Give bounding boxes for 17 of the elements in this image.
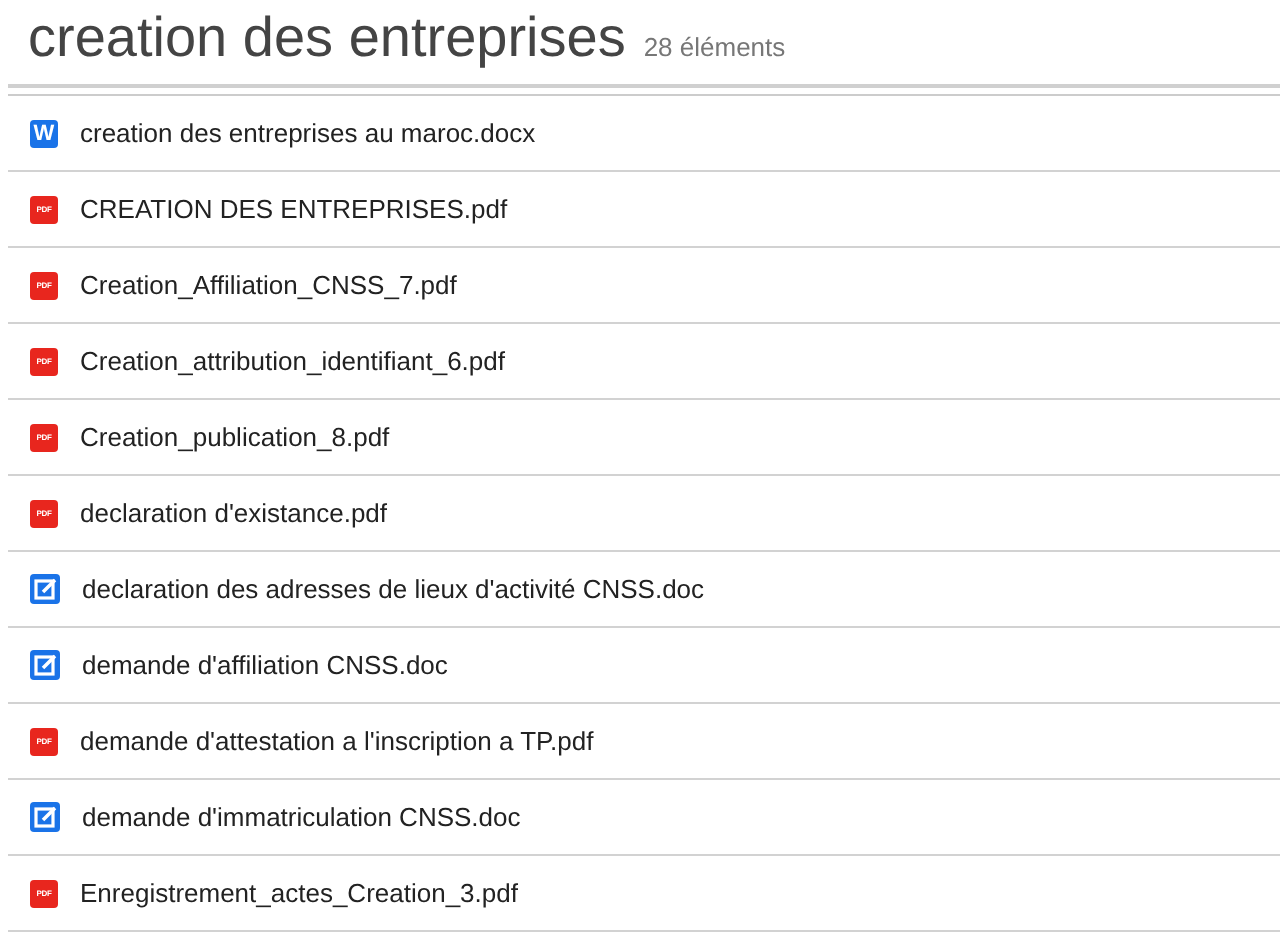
file-name[interactable]: demande d'affiliation CNSS.doc: [82, 650, 448, 680]
file-name[interactable]: declaration des adresses de lieux d'activité CNSS.doc: [82, 574, 705, 604]
file-name[interactable]: Enregistrement_actes_Creation_3.pdf: [80, 878, 518, 908]
item-count: 28 éléments: [643, 32, 786, 62]
edit-form-icon: [30, 802, 60, 832]
word-document-icon: W: [30, 119, 58, 147]
file-name[interactable]: declaration d'existance.pdf: [80, 498, 388, 528]
file-name[interactable]: CREATION DES ENTREPRISES.pdf: [80, 194, 508, 224]
file-name[interactable]: Creation_attribution_identifiant_6.pdf: [80, 346, 505, 376]
file-name[interactable]: Creation_publication_8.pdf: [80, 422, 390, 452]
folder-title: creation des entreprises: [28, 4, 626, 72]
file-name[interactable]: creation des entreprises au maroc.docx: [80, 118, 536, 148]
file-name[interactable]: Creation_Affiliation_CNSS_7.pdf: [80, 270, 457, 300]
file-name[interactable]: demande d'immatriculation CNSS.doc: [82, 802, 521, 832]
file-name[interactable]: demande d'attestation a l'inscription a TP.pdf: [80, 726, 594, 756]
edit-form-icon: [30, 574, 60, 604]
edit-form-icon: [30, 650, 60, 680]
